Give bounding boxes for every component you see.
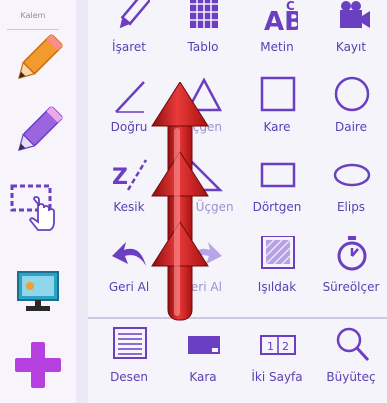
tool-label: İki Sayfa bbox=[251, 370, 303, 384]
tool-label: Büyüteç bbox=[326, 370, 376, 384]
tool-blackboard[interactable]: Kara bbox=[166, 330, 240, 402]
screen-share-icon bbox=[17, 271, 59, 311]
tool-label: Desen bbox=[110, 370, 148, 384]
tool-label: Dörtgen bbox=[252, 200, 302, 214]
circle-icon bbox=[334, 76, 370, 112]
rectangle-icon bbox=[260, 162, 296, 188]
add-icon bbox=[15, 342, 61, 388]
ellipse-icon bbox=[333, 163, 371, 187]
sidebar-title: Kalem bbox=[20, 11, 46, 20]
pen-sidebar: Kalem bbox=[0, 0, 77, 403]
tool-label: Metin bbox=[260, 40, 294, 54]
tool-text[interactable]: AB C Metin bbox=[240, 0, 314, 72]
tool-magnifier[interactable]: Büyüteç bbox=[314, 327, 387, 402]
svg-text:C: C bbox=[286, 0, 295, 13]
tool-label: Tablo bbox=[187, 40, 219, 54]
tool-table[interactable]: Tablo bbox=[166, 0, 240, 72]
magnifier-icon bbox=[336, 327, 370, 362]
scroll-up-arrows bbox=[151, 82, 209, 321]
undo-icon bbox=[112, 242, 146, 266]
orange-pencil-button[interactable] bbox=[8, 30, 68, 88]
select-area-button[interactable] bbox=[8, 180, 68, 238]
stopwatch-icon bbox=[337, 236, 367, 271]
tool-label: Kare bbox=[263, 120, 291, 134]
tool-label: İşaret bbox=[112, 40, 146, 54]
pattern-icon bbox=[113, 327, 147, 359]
spotlight-icon bbox=[261, 236, 295, 269]
svg-text:2: 2 bbox=[282, 340, 289, 353]
panel-gap bbox=[76, 0, 88, 403]
blackboard-icon bbox=[188, 336, 220, 354]
pointer-pen-icon bbox=[119, 0, 150, 29]
svg-text:Z: Z bbox=[112, 165, 128, 190]
tool-label: Elips bbox=[336, 200, 366, 214]
tool-ellipse[interactable]: Elips bbox=[314, 160, 387, 232]
svg-text:1: 1 bbox=[267, 340, 274, 353]
orange-pencil-icon bbox=[18, 34, 63, 79]
table-icon bbox=[190, 0, 218, 28]
tool-two-page[interactable]: 1 2 İki Sayfa bbox=[240, 330, 314, 402]
tool-label: Işıldak bbox=[257, 280, 297, 294]
tool-spotlight[interactable]: Işıldak bbox=[240, 236, 314, 312]
tool-pointer[interactable]: İşaret bbox=[92, 0, 166, 72]
two-page-icon: 1 2 bbox=[260, 335, 296, 355]
tool-label: Süreölçer bbox=[322, 280, 380, 294]
toolbar-divider bbox=[88, 317, 387, 319]
screen-share-button[interactable] bbox=[8, 262, 68, 320]
purple-pencil-icon bbox=[18, 106, 63, 151]
tool-label: Kara bbox=[189, 370, 217, 384]
line-icon bbox=[115, 81, 145, 113]
tool-stopwatch[interactable]: Süreölçer bbox=[314, 236, 387, 312]
dashed-line-icon: Z bbox=[112, 159, 148, 191]
video-camera-icon bbox=[340, 1, 370, 28]
tool-label: Kayıt bbox=[335, 40, 367, 54]
tool-square[interactable]: Kare bbox=[240, 76, 314, 152]
tool-label: Daire bbox=[335, 120, 367, 134]
tool-rectangle[interactable]: Dörtgen bbox=[240, 160, 314, 232]
tool-record[interactable]: Kayıt bbox=[314, 0, 387, 72]
add-button[interactable] bbox=[8, 336, 68, 394]
text-icon: AB C bbox=[264, 0, 298, 36]
purple-pencil-button[interactable] bbox=[8, 102, 68, 160]
tool-circle[interactable]: Daire bbox=[314, 76, 387, 152]
tool-pattern[interactable]: Desen bbox=[92, 327, 166, 402]
square-icon bbox=[260, 76, 296, 112]
selection-hand-icon bbox=[10, 184, 55, 231]
